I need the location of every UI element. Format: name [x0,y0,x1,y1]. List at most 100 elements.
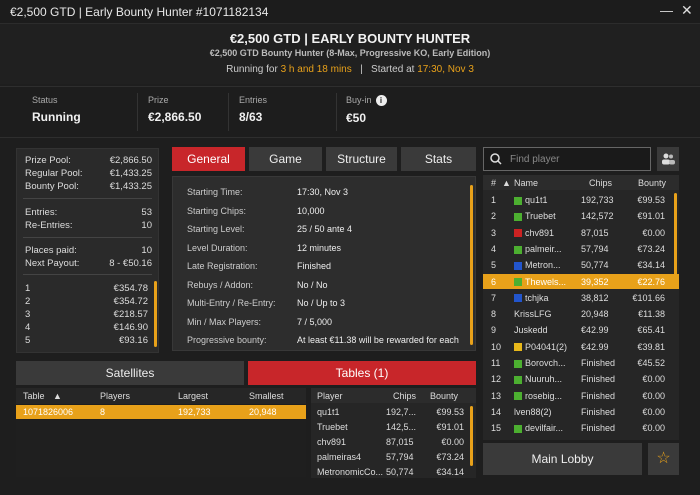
stat-label: Entries [239,95,268,105]
general-value: No / No [297,280,328,290]
sort-asc-icon[interactable]: ▲ [502,178,511,188]
stat-entries: Entries 8/63 [239,95,267,124]
find-player-input[interactable]: Find player [483,147,651,171]
main-lobby-button[interactable]: Main Lobby [483,443,642,475]
player-name: Thewels... [525,276,567,287]
player-row[interactable]: 2 Truebet 142,572 €91.01 [483,208,679,224]
general-value: Finished [297,261,332,271]
player-row[interactable]: 7 tchjka 38,812 €101.66 [483,290,679,306]
player-name-cell: devilfair... [514,423,563,433]
player-chips: 38,812 [581,292,609,303]
favorite-star-icon[interactable]: ☆ [648,443,679,475]
flag-icon [514,424,522,433]
general-value: At least €11.38 will be rewarded for eac… [297,335,459,345]
tab-stats[interactable]: Stats [401,147,476,171]
player-rank: 4 [491,243,497,254]
col-chips[interactable]: Chips [589,178,612,188]
payout-value: €354.78 [113,283,148,294]
player-name-cell: Juskedd [514,325,548,335]
info-value: 10 [141,220,152,231]
tab-game[interactable]: Game [249,147,322,171]
tab-general[interactable]: General [172,147,245,171]
payout-scrollbar[interactable] [154,281,157,347]
player-rank: 5 [491,260,497,271]
stat-prize: Prize €2,866.50 [148,95,201,124]
player-rank: 6 [491,276,497,287]
payout-place: 3 [25,309,31,320]
player-name-cell: rosebig... [514,391,562,401]
player-row[interactable]: 11 Borovch... Finished €45.52 [483,355,679,371]
table-player-row[interactable]: Truebet 142,5... €91.01 [311,420,476,435]
table-players-scrollbar[interactable] [470,406,473,466]
player-row[interactable]: 1 qu1t1 192,733 €99.53 [483,192,679,208]
info-key: Next Payout: [25,258,80,269]
col-name[interactable]: Name [514,178,538,188]
table-player-row[interactable]: MetronomicCo... 50,774 €34.14 [311,465,476,478]
general-key: Multi-Entry / Re-Entry: [187,298,276,308]
table-row[interactable]: 1071826006 8 192,733 20,948 [16,405,306,419]
player-bounty: €0.00 [642,406,665,417]
general-scrollbar[interactable] [470,185,473,345]
tab-tables[interactable]: Tables (1) [248,361,476,385]
col-smallest[interactable]: Smallest [249,391,284,401]
table-player-row[interactable]: palmeiras4 57,794 €73.24 [311,450,476,465]
col-bounty[interactable]: Bounty [638,178,666,188]
minimize-icon[interactable]: — [660,3,673,18]
col-largest[interactable]: Largest [178,391,208,401]
player-bounty: €22.76 [637,276,665,287]
info-icon[interactable]: i [375,95,387,107]
flag-icon [514,392,522,401]
players-button[interactable] [657,147,679,171]
stat-value: 8/63 [239,110,263,124]
flag-icon [514,212,522,221]
player-row[interactable]: 6 Thewels... 39,352 €22.76 [483,273,679,289]
general-key: Starting Chips: [187,206,247,216]
general-value: 7 / 5,000 [297,317,333,327]
table-player-row[interactable]: qu1t1 192,7... €99.53 [311,405,476,420]
player-bounty: €99.53 [436,407,464,417]
divider [137,93,138,131]
player-row[interactable]: 8 KrissLFG 20,948 €11.38 [483,306,679,322]
player-name-cell: lven88(2) [514,407,552,417]
player-name-cell: KrissLFG [514,309,552,319]
running-label: Running for [226,64,278,75]
tab-satellites[interactable]: Satellites [16,361,244,385]
table-player-row[interactable]: chv891 87,015 €0.00 [311,435,476,450]
player-bounty: €73.24 [637,243,665,254]
tournament-title: €2,500 GTD | EARLY BOUNTY HUNTER [229,31,471,46]
stats-bar: Status Running Prize €2,866.50 Entries 8/63… [0,86,700,138]
col-player[interactable]: Player [317,391,343,401]
sort-asc-icon[interactable]: ▲ [53,391,62,401]
player-row[interactable]: 3 chv891 87,015 €0.00 [483,225,679,241]
flag-icon [514,278,522,287]
general-value: 17:30, Nov 3 [297,187,349,197]
player-row[interactable]: 4 palmeir... 57,794 €73.24 [483,241,679,257]
player-list-scrollbar[interactable] [674,193,677,283]
divider [23,198,152,199]
divider [336,93,337,131]
col-rank[interactable]: # [491,178,496,188]
player-bounty: €99.53 [637,195,665,205]
col-bounty[interactable]: Bounty [430,391,458,401]
player-chips: 50,774 [386,467,414,477]
player-row[interactable]: 5 Metron... 50,774 €34.14 [483,257,679,273]
player-row[interactable]: 12 Nuuruh... Finished €0.00 [483,371,679,387]
col-table[interactable]: Table [23,391,45,401]
player-row[interactable]: 14 lven88(2) Finished €0.00 [483,404,679,420]
player-row[interactable]: 10 P04041(2) €42.99 €39.81 [483,339,679,355]
col-players[interactable]: Players [100,391,130,401]
player-row[interactable]: 15 devilfair... Finished €0.00 [483,420,679,436]
col-chips[interactable]: Chips [393,391,416,401]
info-key: Bounty Pool: [25,181,79,192]
player-name: tchjka [525,292,549,303]
tab-structure[interactable]: Structure [326,147,397,171]
title-bar: €2,500 GTD | Early Bounty Hunter #107118… [0,0,700,24]
player-row[interactable]: 9 Juskedd €42.99 €65.41 [483,322,679,338]
player-chips: Finished [581,390,616,401]
player-name: P04041(2) [525,341,568,352]
player-name: KrissLFG [514,309,552,320]
tournament-header: €2,500 GTD | EARLY BOUNTY HUNTER €2,500 … [0,24,700,84]
player-chips: €42.99 [581,325,609,336]
close-icon[interactable]: ✕ [681,2,693,19]
player-row[interactable]: 13 rosebig... Finished €0.00 [483,388,679,404]
